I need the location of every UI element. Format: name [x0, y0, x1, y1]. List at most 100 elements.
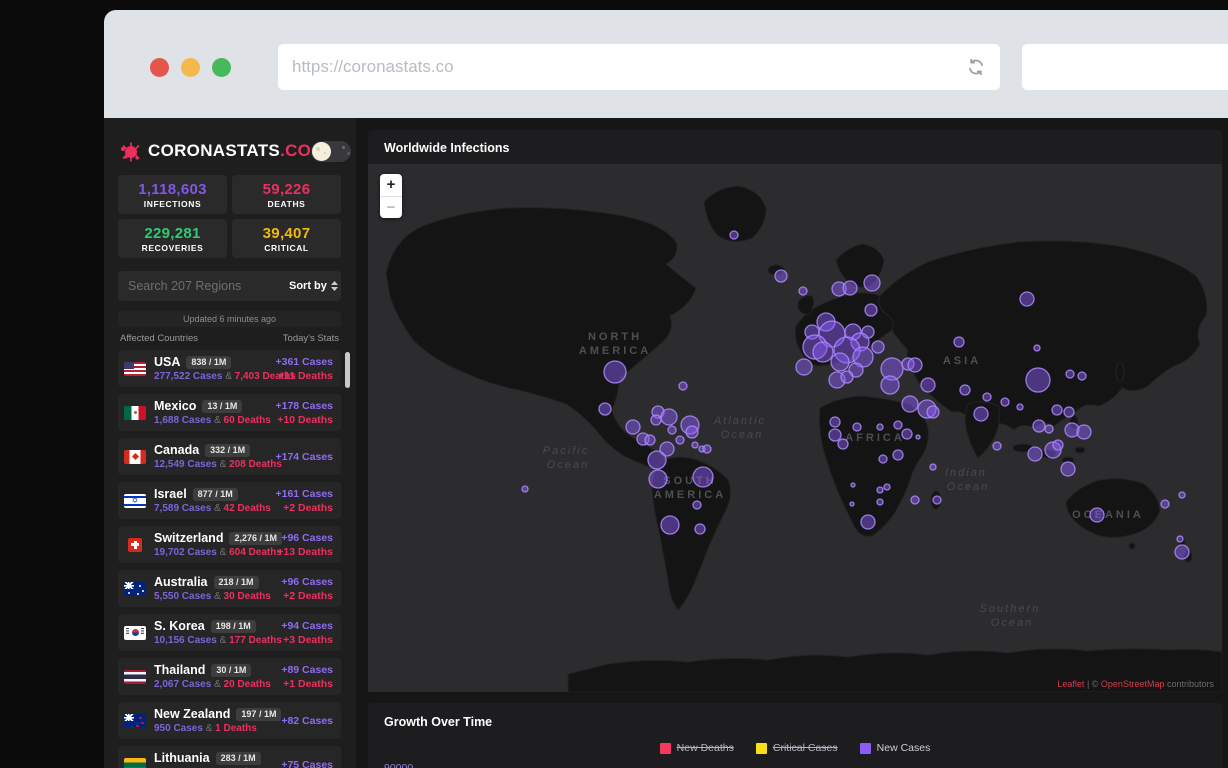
infection-bubble[interactable] — [982, 392, 992, 402]
infection-bubble[interactable] — [871, 340, 885, 354]
infection-bubble[interactable] — [876, 423, 884, 431]
infection-bubble[interactable] — [1044, 424, 1054, 434]
infection-bubble[interactable] — [678, 381, 688, 391]
infection-bubble[interactable] — [1077, 371, 1087, 381]
infection-bubble[interactable] — [876, 498, 884, 506]
infection-bubble[interactable] — [798, 286, 808, 296]
infection-bubble[interactable] — [1060, 461, 1076, 477]
refresh-icon[interactable] — [966, 57, 986, 77]
url-input[interactable] — [292, 57, 966, 77]
infection-bubble[interactable] — [692, 466, 714, 488]
infection-bubble[interactable] — [920, 377, 936, 393]
infection-bubble[interactable] — [1000, 397, 1010, 407]
infection-bubble[interactable] — [926, 405, 940, 419]
infection-bubble[interactable] — [973, 406, 989, 422]
infection-bubble[interactable] — [685, 425, 699, 439]
infection-bubble[interactable] — [863, 274, 881, 292]
infection-bubble[interactable] — [880, 375, 900, 395]
infection-bubble[interactable] — [915, 434, 921, 440]
infection-bubble[interactable] — [840, 370, 854, 384]
infection-bubble[interactable] — [860, 514, 876, 530]
infection-bubble[interactable] — [1051, 404, 1063, 416]
country-row[interactable]: Thailand 30 / 1M 2,067 Cases & 20 Deaths… — [118, 658, 341, 695]
infection-bubble[interactable] — [842, 280, 858, 296]
leaflet-link[interactable]: Leaflet — [1057, 679, 1084, 689]
infection-bubble[interactable] — [647, 450, 667, 470]
legend-item[interactable]: New Deaths — [659, 742, 734, 754]
infection-bubble[interactable] — [660, 515, 680, 535]
country-row[interactable]: Canada 332 / 1M 12,549 Cases & 208 Death… — [118, 438, 341, 475]
infection-bubble[interactable] — [667, 425, 677, 435]
infection-bubble[interactable] — [901, 395, 919, 413]
infection-bubble[interactable] — [795, 358, 813, 376]
secondary-address-box[interactable] — [1022, 44, 1228, 90]
infection-bubble[interactable] — [893, 420, 903, 430]
infection-bubble[interactable] — [876, 486, 884, 494]
search-bar[interactable]: Sort by — [118, 271, 341, 301]
infection-bubble[interactable] — [644, 434, 656, 446]
minimize-window-button[interactable] — [181, 58, 200, 77]
infection-bubble[interactable] — [675, 435, 685, 445]
legend-item[interactable]: New Cases — [859, 742, 930, 754]
sort-by-button[interactable]: Sort by — [289, 280, 338, 292]
infection-bubble[interactable] — [907, 357, 923, 373]
infection-bubble[interactable] — [603, 360, 627, 384]
scrollbar-thumb[interactable] — [345, 352, 350, 388]
infection-bubble[interactable] — [830, 352, 850, 372]
infection-bubble[interactable] — [1016, 403, 1024, 411]
infection-bubble[interactable] — [878, 454, 888, 464]
infection-bubble[interactable] — [959, 384, 971, 396]
openstreetmap-link[interactable]: OpenStreetMap — [1101, 679, 1165, 689]
dark-mode-toggle[interactable] — [311, 140, 352, 162]
infection-bubble[interactable] — [1174, 544, 1190, 560]
infection-bubble[interactable] — [1025, 367, 1051, 393]
infection-bubble[interactable] — [892, 449, 904, 461]
infection-bubble[interactable] — [1033, 344, 1041, 352]
infection-bubble[interactable] — [648, 469, 668, 489]
infection-bubble[interactable] — [1065, 369, 1075, 379]
country-row[interactable]: S. Korea 198 / 1M 10,156 Cases & 177 Dea… — [118, 614, 341, 651]
country-row[interactable]: Australia 218 / 1M 5,550 Cases & 30 Deat… — [118, 570, 341, 607]
infection-bubble[interactable] — [729, 230, 739, 240]
infection-bubble[interactable] — [691, 441, 699, 449]
infection-bubble[interactable] — [625, 419, 641, 435]
infection-bubble[interactable] — [901, 428, 913, 440]
country-row[interactable]: USA 838 / 1M 277,522 Cases & 7,403 Death… — [118, 350, 341, 387]
country-row[interactable]: Mexico 13 / 1M 1,688 Cases & 60 Deaths +… — [118, 394, 341, 431]
infection-bubble[interactable] — [1019, 291, 1035, 307]
infection-bubble[interactable] — [1176, 535, 1184, 543]
address-bar[interactable] — [278, 44, 1000, 90]
infection-bubble[interactable] — [1027, 446, 1043, 462]
infection-bubble[interactable] — [1076, 424, 1092, 440]
infection-bubble[interactable] — [852, 422, 862, 432]
legend-item[interactable]: Critical Cases — [755, 742, 838, 754]
infection-bubble[interactable] — [692, 500, 702, 510]
infection-bubble[interactable] — [883, 483, 891, 491]
infection-bubble[interactable] — [850, 482, 856, 488]
infection-bubble[interactable] — [992, 441, 1002, 451]
infection-bubble[interactable] — [812, 341, 834, 363]
infection-bubble[interactable] — [837, 438, 849, 450]
infection-bubble[interactable] — [864, 303, 878, 317]
infection-bubble[interactable] — [660, 408, 678, 426]
infection-bubble[interactable] — [910, 495, 920, 505]
infection-bubble[interactable] — [1178, 491, 1186, 499]
zoom-in-button[interactable]: + — [380, 174, 402, 196]
infection-bubble[interactable] — [1089, 507, 1105, 523]
zoom-out-button[interactable]: − — [380, 196, 402, 218]
infection-bubble[interactable] — [702, 444, 712, 454]
infection-bubble[interactable] — [829, 416, 841, 428]
country-row[interactable]: Switzerland 2,276 / 1M 19,702 Cases & 60… — [118, 526, 341, 563]
infection-bubble[interactable] — [650, 414, 662, 426]
infection-bubble[interactable] — [1052, 439, 1064, 451]
search-input[interactable] — [128, 279, 289, 293]
infection-bubble[interactable] — [932, 495, 942, 505]
infection-bubble[interactable] — [953, 336, 965, 348]
infection-bubble[interactable] — [694, 523, 706, 535]
infection-bubble[interactable] — [1063, 406, 1075, 418]
infection-bubble[interactable] — [598, 402, 612, 416]
country-row[interactable]: New Zealand 197 / 1M 950 Cases & 1 Death… — [118, 702, 341, 739]
infection-bubble[interactable] — [521, 485, 529, 493]
infection-bubble[interactable] — [828, 428, 842, 442]
country-row[interactable]: Lithuania 283 / 1M 771 Cases & 9 Deaths … — [118, 746, 341, 768]
